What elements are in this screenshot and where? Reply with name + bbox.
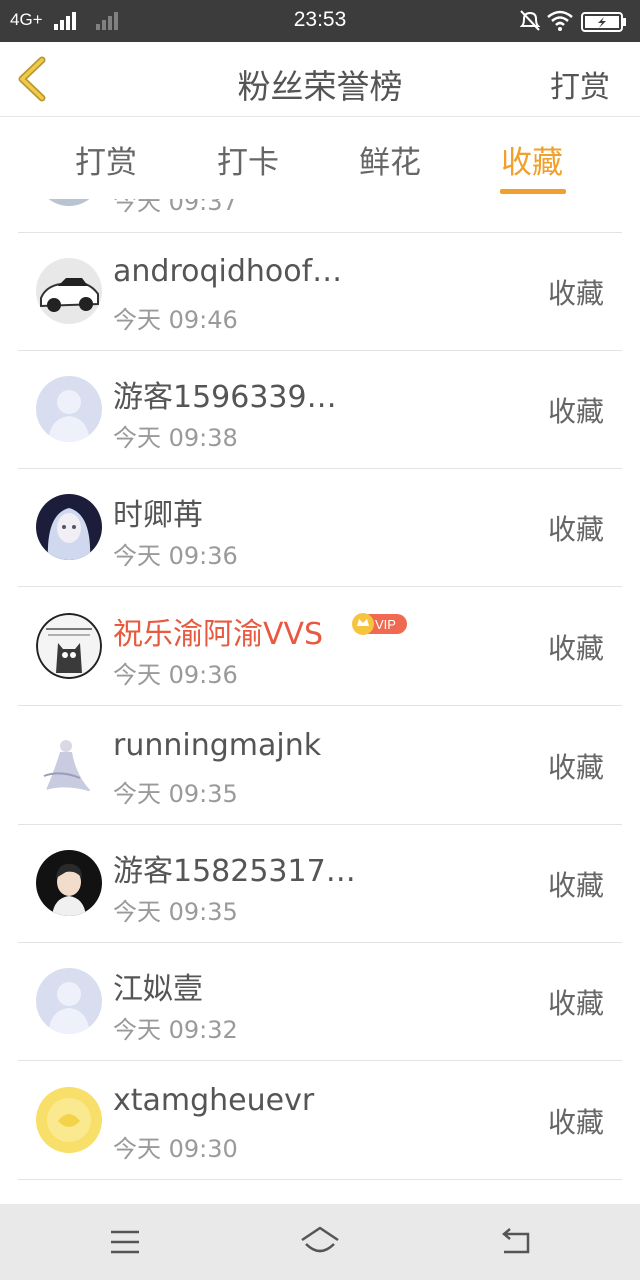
- user-name: runningmajnk: [113, 728, 322, 763]
- favorite-label: 收藏: [547, 987, 604, 1020]
- tab-checkin[interactable]: 打卡: [217, 137, 279, 182]
- tab-flowers[interactable]: 鲜花: [359, 137, 421, 182]
- item-time: 今天 09:37: [113, 199, 238, 216]
- favorite-label: 收藏: [547, 751, 604, 784]
- reward-button[interactable]: 打赏: [550, 62, 610, 106]
- favorite-label: 收藏: [547, 395, 604, 428]
- user-name: 游客1596339…: [113, 380, 337, 415]
- system-nav-bar: [0, 1204, 640, 1280]
- user-name: 祝乐渝阿渝VVS: [113, 617, 324, 652]
- list-item[interactable]: 游客15825317… 今天 09:35 收藏: [18, 824, 622, 943]
- favorite-label: 收藏: [547, 513, 604, 546]
- battery-icon: [581, 12, 626, 32]
- back-icon[interactable]: [496, 1224, 536, 1260]
- user-name: 江姒壹: [113, 972, 203, 1007]
- app-header: 粉丝荣誉榜 打赏: [0, 42, 640, 116]
- item-time: 今天 09:30: [113, 1135, 238, 1163]
- vip-badge-icon: VIP: [352, 613, 407, 635]
- favorite-label: 收藏: [547, 632, 604, 665]
- item-time: 今天 09:35: [113, 898, 238, 926]
- list-item[interactable]: 时卿苒 今天 09:36 收藏: [18, 468, 622, 587]
- item-time: 今天 09:36: [113, 661, 238, 689]
- list-item[interactable]: androqidhoof… 今天 09:46 收藏: [18, 232, 622, 351]
- favorite-label: 收藏: [547, 869, 604, 902]
- status-bar: 4G+ 23:53: [0, 0, 640, 42]
- wifi-icon: [547, 10, 573, 31]
- default-avatar: [36, 968, 102, 1034]
- user-name: androqidhoof…: [113, 254, 343, 289]
- list-item[interactable]: 江姒壹 今天 09:32 收藏: [18, 942, 622, 1061]
- item-time: 今天 09:35: [113, 780, 238, 808]
- cat-avatar: [36, 613, 102, 679]
- avatar: [36, 199, 102, 206]
- home-icon[interactable]: [298, 1224, 342, 1260]
- default-avatar: [36, 376, 102, 442]
- list-item[interactable]: xtamgheuevr 今天 09:30 收藏: [18, 1061, 622, 1180]
- yellow-avatar: [36, 1087, 102, 1153]
- anime-avatar: [36, 494, 102, 560]
- menu-icon[interactable]: [105, 1224, 145, 1260]
- user-name: xtamgheuevr: [113, 1083, 315, 1118]
- tab-reward[interactable]: 打赏: [75, 137, 137, 182]
- tab-bar: 打赏 打卡 鲜花 收藏: [0, 116, 640, 200]
- person-avatar: [36, 850, 102, 916]
- item-time: 今天 09:36: [113, 542, 238, 570]
- list-item[interactable]: 今天 09:37: [18, 199, 622, 233]
- fan-list: 今天 09:37 androqidhoof… 今天 09:46 收藏 游客159…: [0, 199, 640, 1204]
- list-item[interactable]: runningmajnk 今天 09:35 收藏: [18, 706, 622, 825]
- item-time: 今天 09:38: [113, 424, 238, 452]
- figure-avatar: [36, 732, 102, 798]
- list-item[interactable]: 游客1596339… 今天 09:38 收藏: [18, 350, 622, 469]
- item-time: 今天 09:46: [113, 306, 238, 334]
- tab-favorites[interactable]: 收藏: [501, 137, 563, 182]
- item-time: 今天 09:32: [113, 1016, 238, 1044]
- svg-text:VIP: VIP: [375, 617, 396, 632]
- user-name: 游客15825317…: [113, 854, 356, 889]
- user-name: 时卿苒: [113, 498, 203, 533]
- active-tab-indicator: [500, 189, 566, 194]
- favorite-label: 收藏: [547, 277, 604, 310]
- car-avatar: [36, 258, 102, 324]
- page-title: 粉丝荣誉榜: [237, 67, 403, 106]
- status-icons: [520, 10, 626, 32]
- favorite-label: 收藏: [547, 1106, 604, 1139]
- mute-bell-icon: [520, 10, 541, 31]
- list-item[interactable]: 祝乐渝阿渝VVS VIP 今天 09:36 收藏: [18, 587, 622, 706]
